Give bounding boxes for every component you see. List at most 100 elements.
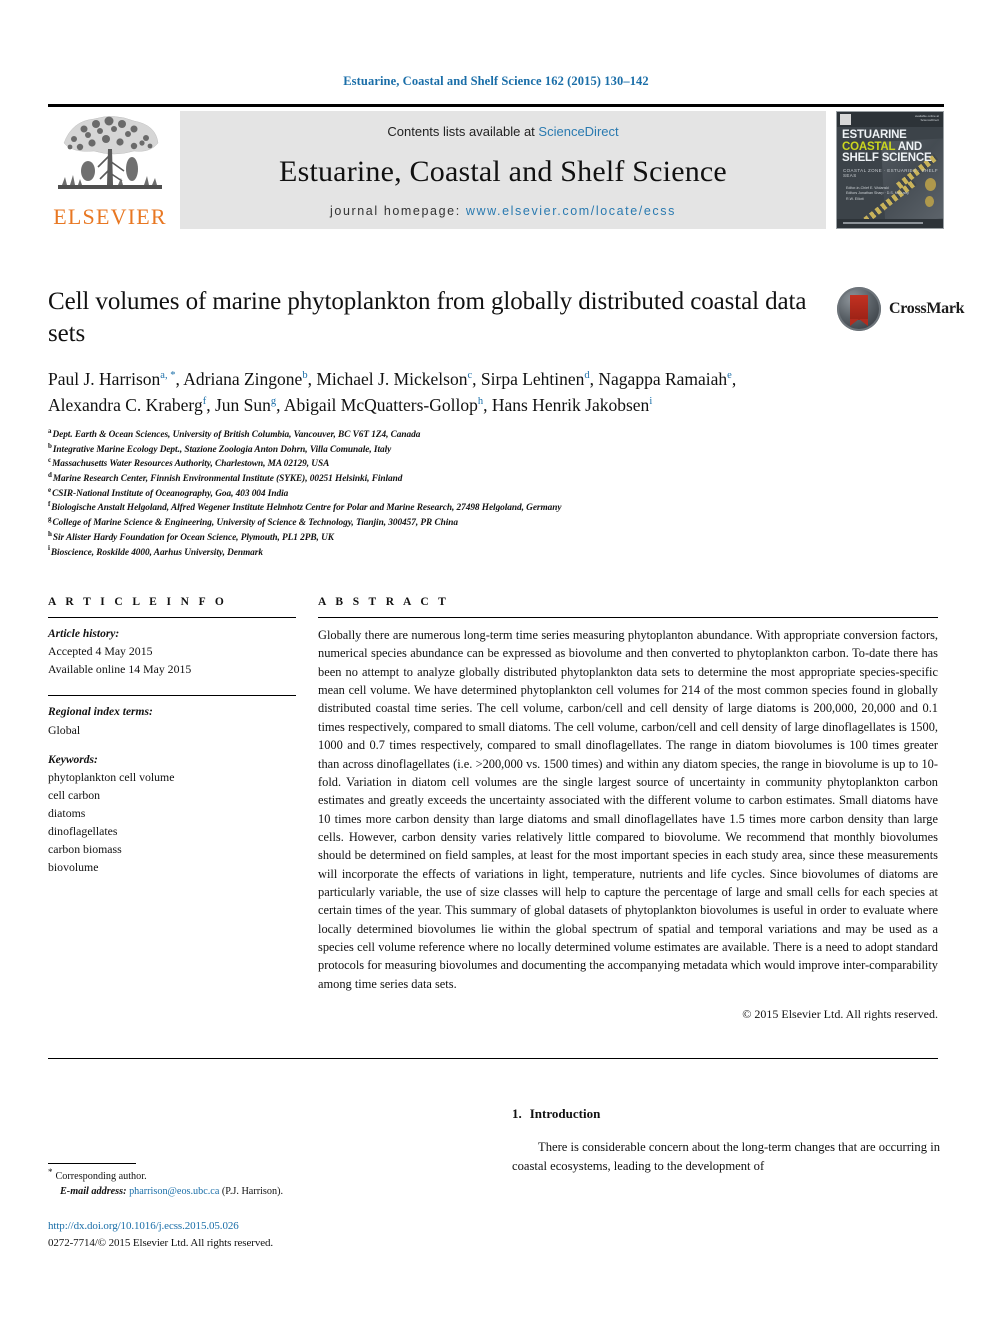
cover-top-note-line: ScienceDirect (920, 117, 939, 122)
sciencedirect-link[interactable]: ScienceDirect (538, 124, 618, 139)
elsevier-wordmark: ELSEVIER (53, 204, 167, 229)
author-affiliation-mark: d (584, 370, 590, 382)
author-affiliation-mark: e (727, 370, 732, 382)
journal-cover-thumbnail: ESTUARINE COASTAL AND SHELF SCIENCE COAS… (836, 111, 944, 229)
author-affiliation-mark: c (467, 370, 473, 382)
author-name: Michael J. Mickelson (316, 369, 468, 389)
cover-diatom-artwork (925, 196, 934, 207)
affiliation-item: aDept. Earth & Ocean Sciences, Universit… (48, 426, 421, 440)
keyword-item: diatoms (48, 806, 86, 821)
article-info-column: A R T I C L E I N F O Article history: A… (48, 596, 296, 1022)
affiliation-item: fBiologische Anstalt Helgoland, Alfred W… (48, 500, 562, 514)
affiliation-item: dMarine Research Center, Finnish Environ… (48, 470, 403, 485)
journal-masthead: ELSEVIER Contents lists available at Sci… (48, 104, 944, 229)
crossmark-badge[interactable]: CrossMark (837, 287, 965, 333)
author-name: Adriana Zingone (183, 369, 303, 389)
crossmark-circle-icon (837, 287, 881, 331)
email-address-label: E-mail address: (60, 1185, 127, 1197)
affiliation-item: cMassachusetts Water Resources Authority… (48, 456, 330, 470)
affiliation-list: aDept. Earth & Ocean Sciences, Universit… (48, 426, 938, 560)
cover-elsevier-mark-icon (840, 114, 851, 125)
cover-diatom-artwork (925, 178, 936, 191)
article-info-heading: A R T I C L E I N F O (48, 596, 228, 608)
abstract-heading: A B S T R A C T (318, 596, 450, 608)
article-history-item: Accepted 4 May 2015 (48, 644, 153, 659)
keyword-item: phytoplankton cell volume (48, 770, 175, 785)
homepage-prefix: journal homepage: (330, 204, 461, 218)
author-affiliation-mark: g (270, 396, 277, 408)
regional-index-label: Regional index terms: (48, 706, 153, 719)
cover-bottom-bar (837, 219, 943, 228)
article-history-values: Accepted 4 May 2015 Available online 14 M… (48, 643, 296, 679)
cover-top-note: available online at ScienceDirect (915, 114, 939, 123)
keywords-label: Keywords: (48, 753, 98, 766)
email-line: E-mail address: pharrison@eos.ubc.ca (P.… (48, 1185, 468, 1200)
article-info-rule (48, 617, 296, 618)
author-name: Alexandra C. Kraberg (48, 395, 203, 416)
title-block: Cell volumes of marine phytoplankton fro… (48, 286, 808, 419)
footnote-rule (48, 1163, 136, 1164)
elsevier-logo: ELSEVIER (48, 111, 172, 229)
affiliation-mark: a (48, 426, 52, 435)
affiliation-item: eCSIR-National Institute of Oceanography… (48, 485, 289, 499)
cover-title-line2b: AND (897, 140, 923, 153)
author-affiliation-mark: b (302, 370, 308, 382)
author-name: Abigail McQuatters-Gollop (283, 395, 478, 416)
corresponding-author-footnote: * Corresponding author. E-mail address: p… (48, 1163, 468, 1200)
cover-editors: Editor-in-Chief E. Wolanski Editors Jonat… (846, 186, 909, 202)
keyword-item: cell carbon (48, 788, 101, 803)
journal-article-page: Estuarine, Coastal and Shelf Science 162… (0, 0, 992, 1323)
abstract-column: A B S T R A C T Globally there are numer… (318, 596, 938, 1022)
abstract-copyright: © 2015 Elsevier Ltd. All rights reserved… (742, 1007, 938, 1022)
affiliation-item: hSir Alister Hardy Foundation for Ocean … (48, 529, 334, 543)
affiliation-item: bIntegrative Marine Ecology Dept., Stazi… (48, 441, 392, 455)
keyword-item: biovolume (48, 859, 99, 874)
issn-copyright-line: 0272-7714/© 2015 Elsevier Ltd. All right… (48, 1236, 274, 1249)
cover-title-line3: SHELF SCIENCE (842, 152, 932, 165)
info-abstract-section: A R T I C L E I N F O Article history: A… (48, 596, 938, 1022)
affiliation-item: gCollege of Marine Science & Engineering… (48, 515, 458, 529)
introduction-title: Introduction (529, 1106, 601, 1121)
keyword-item: carbon biomass (48, 841, 122, 856)
keyword-item: dinoflagellates (48, 823, 118, 838)
introduction-heading: 1. Introduction (512, 1106, 940, 1122)
regional-index-values: Global (48, 722, 296, 740)
section-bottom-rule (48, 1058, 938, 1059)
abstract-rule (318, 617, 938, 618)
affiliation-mark: d (48, 470, 52, 479)
author-name: Nagappa Ramaiah (598, 369, 728, 389)
affiliation-mark: c (48, 456, 52, 465)
cover-title-line2a: COASTAL (842, 140, 896, 153)
running-head: Estuarine, Coastal and Shelf Science 162… (343, 74, 649, 88)
article-info-divider (48, 695, 296, 697)
doi-link[interactable]: http://dx.doi.org/10.1016/j.ecss.2015.05… (48, 1218, 468, 1235)
author-affiliation-mark: f (202, 396, 207, 408)
elsevier-tree-icon (58, 116, 162, 189)
author-name: Jun Sun (214, 395, 271, 416)
email-suffix: (P.J. Harrison). (221, 1185, 284, 1197)
keywords-values: phytoplankton cell volume cell carbon diat… (48, 769, 296, 877)
affiliation-mark: i (48, 544, 50, 553)
journal-banner: Contents lists available at ScienceDirec… (180, 111, 826, 229)
affiliation-mark: b (48, 441, 52, 450)
author-affiliation-mark: i (649, 396, 653, 408)
contents-prefix: Contents lists available at (387, 124, 535, 139)
affiliation-mark: e (48, 485, 52, 494)
page-footer: http://dx.doi.org/10.1016/j.ecss.2015.05… (48, 1218, 468, 1251)
affiliation-mark: f (48, 500, 51, 509)
email-link[interactable]: pharrison@eos.ubc.ca (129, 1186, 219, 1197)
introduction-paragraph: There is considerable concern about the … (512, 1140, 940, 1174)
journal-title: Estuarine, Coastal and Shelf Science (279, 154, 727, 188)
affiliation-item: iBioscience, Roskilde 4000, Aarhus Unive… (48, 544, 263, 558)
journal-homepage-line: journal homepage: www.elsevier.com/locat… (330, 204, 676, 218)
homepage-url-link[interactable]: www.elsevier.com/locate/ecss (466, 204, 676, 218)
author-affiliation-mark: a, * (160, 370, 176, 382)
author-affiliation-mark: h (477, 396, 484, 408)
affiliation-mark: g (48, 515, 52, 524)
author-name: Hans Henrik Jakobsen (491, 395, 650, 416)
author-name: Paul J. Harrison (48, 369, 161, 389)
cover-editor-line: R.W. Elliott (846, 196, 864, 201)
cover-subtitle: COASTAL ZONE · ESTUARIES · SHELF SEAS (843, 168, 939, 178)
crossmark-ribbon-icon (850, 295, 868, 326)
cover-editor-line: Editors Jonathan Sharp · D.S. McLusky (846, 191, 909, 196)
